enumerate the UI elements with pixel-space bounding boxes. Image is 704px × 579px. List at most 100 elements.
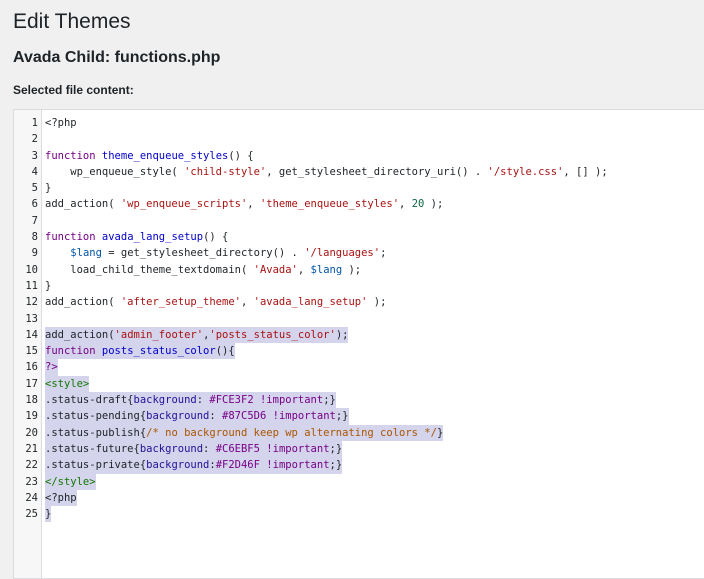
code-line[interactable]: 20 .status-publish{/* no background keep … <box>14 424 704 441</box>
code-token: ;} <box>329 459 343 472</box>
code-token: ;} <box>329 442 343 455</box>
line-code: add_action( 'after_setup_theme', 'avada_… <box>45 294 386 310</box>
code-token: ); <box>424 198 444 211</box>
code-line[interactable]: 13 <box>14 311 704 327</box>
code-token: !important <box>266 459 330 472</box>
code-token: , <box>240 296 254 309</box>
code-token: ); <box>367 296 387 309</box>
code-token: : <box>203 442 216 455</box>
line-number: 10 <box>25 263 38 276</box>
page-title: Edit Themes <box>13 10 131 33</box>
code-line[interactable]: 2 <box>14 131 704 147</box>
code-line[interactable]: 12 add_action( 'after_setup_theme', 'avad… <box>14 294 704 310</box>
code-line[interactable]: 4 wp_enqueue_style( 'child-style', get_s… <box>14 164 704 180</box>
code-line[interactable]: 8 function avada_lang_setup() { <box>14 229 704 245</box>
code-line[interactable]: 21 .status-future{background: #C6EBF5 !im… <box>14 440 704 458</box>
code-lines[interactable]: 1 <?php 2 3 function theme_enqueue_styles() … <box>14 115 704 523</box>
line-number: 2 <box>31 133 38 146</box>
line-number: 3 <box>31 149 38 162</box>
code-token: #FCE3F2 <box>209 394 254 407</box>
code-token: $lang <box>310 263 343 276</box>
code-token: background <box>133 394 197 407</box>
code-token: (){ <box>215 345 235 358</box>
code-token: 'theme_enqueue_styles' <box>259 198 400 211</box>
line-code: .status-publish{/* no background keep wp… <box>45 424 444 441</box>
line-code: <?php <box>45 489 77 507</box>
code-token: } <box>45 182 52 195</box>
line-number: 8 <box>31 231 38 244</box>
line-number: 7 <box>31 214 38 227</box>
line-number: 9 <box>31 247 38 260</box>
code-token: .status-private{ <box>45 459 147 472</box>
code-line[interactable]: 11} <box>14 278 704 294</box>
line-code: .status-pending{background: #87C5D6 !imp… <box>45 408 349 425</box>
code-token: add_action( <box>45 296 121 309</box>
line-code: </style> <box>45 473 96 490</box>
code-token: ); <box>342 263 362 276</box>
code-line[interactable]: 18 .status-draft{background: #FCE3F2 !imp… <box>14 392 704 409</box>
code-token: , <box>399 198 412 211</box>
code-line[interactable]: 19 .status-pending{background: #87C5D6 !i… <box>14 408 704 425</box>
line-number: 16 <box>25 361 38 374</box>
code-token: .status-pending{ <box>45 410 147 423</box>
code-line[interactable]: 15 function posts_status_color(){ <box>14 343 704 360</box>
code-line[interactable]: 1 <?php <box>14 115 704 131</box>
code-token: = get_stylesheet_directory() . <box>101 247 305 260</box>
code-line[interactable]: 9 $lang = get_stylesheet_directory() . '… <box>14 245 704 261</box>
line-code: <style> <box>45 375 90 393</box>
code-token: avada_lang_setup <box>101 231 204 244</box>
code-line[interactable]: 14 add_action('admin_footer','posts_statu… <box>14 326 704 344</box>
code-token: 'admin_footer' <box>114 328 204 341</box>
code-token: '/style.css' <box>487 165 564 178</box>
code-token: .status-future{ <box>45 442 140 455</box>
code-token: ;} <box>323 394 336 407</box>
code-token: '/languages' <box>304 247 381 260</box>
code-token: , <box>297 263 311 276</box>
code-token: 'Avada' <box>253 263 298 276</box>
code-line[interactable]: 22 .status-private{background:#F2D46F !im… <box>14 457 704 474</box>
code-token: ); <box>335 328 349 341</box>
line-number: 6 <box>31 198 38 211</box>
code-line[interactable]: 7 <box>14 213 704 229</box>
code-token: 'posts_status_color' <box>209 328 336 341</box>
line-code: } <box>45 278 51 294</box>
line-number: 24 <box>25 491 38 504</box>
line-code: } <box>45 180 51 196</box>
code-token: } <box>45 508 52 521</box>
code-token: function <box>45 149 96 162</box>
code-token: !important <box>272 410 336 423</box>
line-code: function avada_lang_setup() { <box>45 229 228 245</box>
code-line[interactable]: 17 <style> <box>14 375 704 393</box>
file-title: Avada Child: functions.php <box>13 49 221 66</box>
code-token: status-draft{ <box>51 394 134 407</box>
line-code: $lang = get_stylesheet_directory() . '/l… <box>45 245 386 261</box>
code-token: theme_enqueue_styles <box>101 149 229 162</box>
line-code: <?php <box>45 115 77 131</box>
code-token: add_action( <box>45 198 121 211</box>
code-token: } <box>45 279 52 292</box>
line-code: } <box>45 506 52 523</box>
line-number: 17 <box>25 377 38 390</box>
code-token: 'wp_enqueue_scripts' <box>120 198 248 211</box>
code-token: () { <box>203 231 229 244</box>
code-line[interactable]: 10 load_child_theme_textdomain( 'Avada',… <box>14 262 704 278</box>
line-code: .status-private{background:#F2D46F !impo… <box>45 457 343 474</box>
code-line[interactable]: 6 add_action( 'wp_enqueue_scripts', 'them… <box>14 196 704 212</box>
code-line[interactable]: 16 ?> <box>14 359 704 376</box>
line-number: 15 <box>25 345 38 358</box>
code-token: ; <box>380 247 387 260</box>
code-token: .status-publish{ <box>45 426 147 439</box>
line-number: 4 <box>31 165 38 178</box>
code-line[interactable]: 5} <box>14 180 704 196</box>
code-token: #87C5D6 <box>222 410 267 423</box>
code-token: </style> <box>45 475 96 488</box>
code-token: } <box>436 426 444 439</box>
code-editor[interactable]: 1 <?php 2 3 function theme_enqueue_styles() … <box>13 109 704 579</box>
code-line[interactable]: 25} <box>14 506 704 523</box>
code-line[interactable]: 3 function theme_enqueue_styles() { <box>14 148 704 164</box>
line-number: 19 <box>25 410 38 423</box>
code-line[interactable]: 24 <?php <box>14 489 704 507</box>
line-code: function theme_enqueue_styles() { <box>45 148 254 164</box>
code-token: ;} <box>335 410 349 423</box>
code-line[interactable]: 23 </style> <box>14 473 704 490</box>
